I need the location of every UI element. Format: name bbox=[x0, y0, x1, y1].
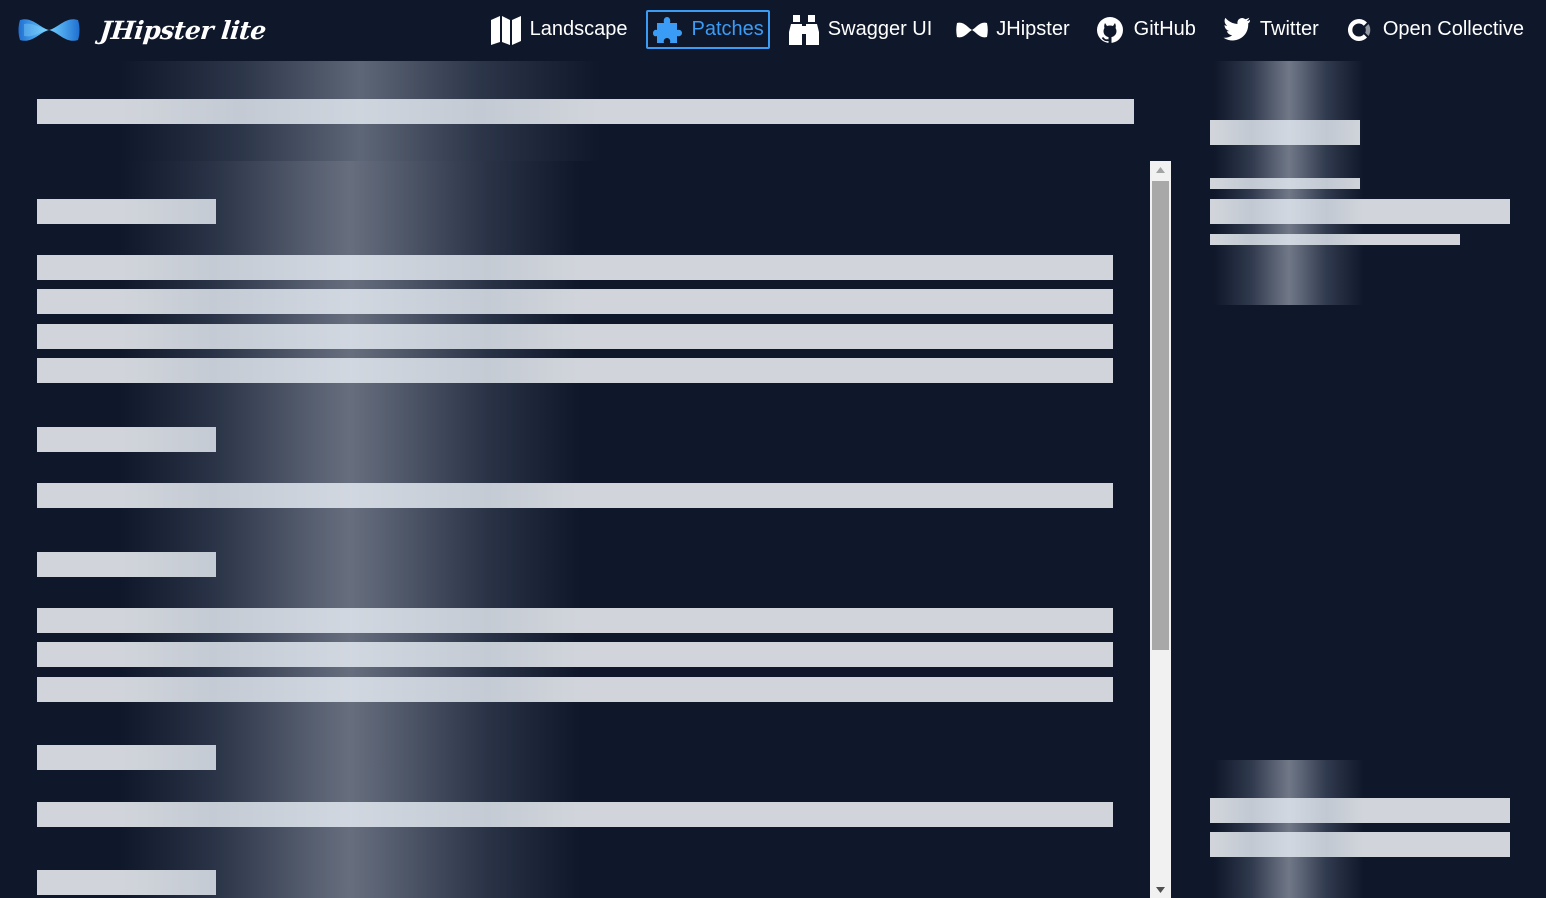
skeleton-line-bar bbox=[37, 255, 1113, 280]
skeleton-sidebar-line-bar bbox=[1210, 199, 1510, 224]
scrollbar-thumb[interactable] bbox=[1152, 181, 1169, 650]
nav-label-jhipster: JHipster bbox=[996, 18, 1070, 40]
skeleton-sidebar-line-bar bbox=[1210, 178, 1360, 189]
skeleton-line-bar bbox=[37, 642, 1113, 667]
nav-item-jhipster[interactable]: JHipster bbox=[950, 10, 1075, 49]
nav-label-github: GitHub bbox=[1133, 18, 1196, 40]
loading-shimmer bbox=[1214, 760, 1364, 898]
skeleton-line-bar bbox=[37, 483, 1113, 508]
nav-label-twitter: Twitter bbox=[1259, 18, 1319, 40]
skeleton-line-bar bbox=[37, 289, 1113, 314]
map-icon bbox=[490, 14, 522, 46]
skeleton-line-bar bbox=[37, 677, 1113, 702]
binoculars-icon bbox=[788, 14, 820, 46]
skeleton-heading-bar bbox=[37, 199, 216, 224]
skeleton-heading-bar bbox=[37, 427, 216, 452]
skeleton-title-bar bbox=[37, 99, 1134, 124]
skeleton-line-bar bbox=[37, 358, 1113, 383]
nav-item-github[interactable]: GitHub bbox=[1088, 10, 1202, 49]
nav-item-open-collective[interactable]: Open Collective bbox=[1337, 10, 1530, 49]
nav-item-patches[interactable]: Patches bbox=[645, 10, 770, 49]
nav-item-twitter[interactable]: Twitter bbox=[1214, 10, 1325, 49]
nav-label-landscape: Landscape bbox=[529, 18, 628, 40]
skeleton-heading-bar bbox=[37, 745, 216, 770]
scroll-down-arrow-icon[interactable] bbox=[1150, 881, 1171, 898]
scroll-up-arrow-icon[interactable] bbox=[1150, 161, 1171, 178]
nav-label-open-collective: Open Collective bbox=[1382, 18, 1524, 40]
jhipster-lite-logo-icon bbox=[18, 19, 80, 41]
skeleton-line-bar bbox=[37, 324, 1113, 349]
github-icon bbox=[1094, 14, 1126, 46]
skeleton-heading-bar bbox=[37, 552, 216, 577]
skeleton-sidebar-line-bar bbox=[1210, 798, 1510, 823]
nav-item-landscape[interactable]: Landscape bbox=[484, 10, 634, 49]
bowtie-icon bbox=[956, 14, 989, 46]
skeleton-sidebar-line-bar bbox=[1210, 832, 1510, 857]
puzzle-icon bbox=[652, 14, 684, 46]
content-scrollbar[interactable] bbox=[1150, 161, 1171, 898]
skeleton-line-bar bbox=[37, 802, 1113, 827]
open-collective-icon bbox=[1343, 14, 1375, 46]
skeleton-line-bar bbox=[37, 608, 1113, 633]
twitter-icon bbox=[1220, 14, 1252, 46]
nav-item-swagger-ui[interactable]: Swagger UI bbox=[782, 10, 939, 49]
brand[interactable]: JHipster lite bbox=[18, 10, 268, 50]
skeleton-sidebar-line-bar bbox=[1210, 234, 1460, 245]
top-navbar: JHipster lite Landscape Patches Swagger … bbox=[0, 0, 1546, 60]
brand-title: JHipster lite bbox=[98, 15, 268, 45]
skeleton-sidebar-title-bar bbox=[1210, 120, 1360, 145]
nav-label-swagger-ui: Swagger UI bbox=[827, 18, 933, 40]
nav-label-patches: Patches bbox=[691, 18, 764, 40]
main-nav: Landscape Patches Swagger UI JHipster Gi… bbox=[472, 9, 1530, 50]
skeleton-heading-bar bbox=[37, 870, 216, 895]
